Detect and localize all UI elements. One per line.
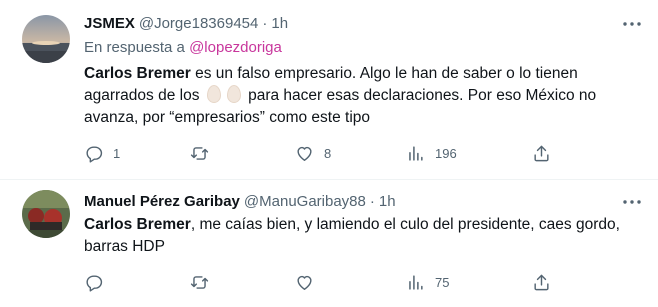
retweet-icon (190, 275, 209, 289)
more-dots-icon[interactable] (622, 192, 642, 212)
author-handle[interactable]: @Jorge18369454 (139, 14, 259, 34)
timestamp[interactable]: 1h (271, 14, 288, 34)
reply-button[interactable] (84, 272, 113, 292)
tweet-text-bold: Carlos Bremer (84, 65, 191, 82)
retweet-icon (190, 146, 209, 160)
reply-mention-link[interactable]: @lopezdoriga (189, 39, 282, 56)
views-button[interactable]: 75 (406, 272, 449, 292)
share-icon (534, 145, 549, 161)
more-dots-icon[interactable] (622, 14, 642, 34)
like-count: 8 (324, 145, 332, 161)
avatar[interactable] (22, 15, 70, 63)
retweet-button[interactable] (190, 272, 219, 292)
action-bar: 75 (84, 272, 554, 292)
view-count: 196 (435, 145, 457, 161)
egg-emoji (206, 85, 221, 103)
share-button[interactable] (532, 272, 551, 292)
like-button[interactable] (295, 272, 324, 292)
like-button[interactable]: 8 (295, 143, 331, 163)
reply-icon (86, 274, 103, 292)
views-chart-icon (409, 274, 423, 290)
author-name[interactable]: JSMEX (84, 14, 135, 34)
author-handle[interactable]: @ManuGaribay88 (244, 192, 366, 212)
retweet-button[interactable] (190, 143, 219, 163)
action-bar: 1 8 196 (84, 143, 554, 163)
reply-button[interactable]: 1 (84, 143, 120, 163)
timestamp[interactable]: 1h (379, 192, 396, 212)
tweet-text: Carlos Bremer, me caías bien, y lamiendo… (84, 214, 642, 258)
tweet-text: Carlos Bremer es un falso empresario. Al… (84, 63, 642, 129)
tweet-2[interactable]: Manuel Pérez Garibay @ManuGaribay88 · 1h… (0, 180, 658, 307)
views-button[interactable]: 196 (406, 143, 457, 163)
reply-count: 1 (113, 145, 121, 161)
separator-dot: · (369, 193, 375, 210)
views-chart-icon (409, 145, 423, 161)
reply-prefix: En respuesta a (84, 39, 190, 56)
heart-icon (297, 146, 312, 161)
author-name[interactable]: Manuel Pérez Garibay (84, 192, 240, 212)
tweet-1[interactable]: JSMEX @Jorge18369454 · 1h En respuesta a… (0, 0, 658, 180)
share-icon (534, 274, 549, 290)
reply-context: En respuesta a @lopezdoriga (84, 38, 642, 58)
egg-emoji (226, 85, 241, 103)
avatar[interactable] (22, 190, 70, 238)
view-count: 75 (435, 274, 450, 290)
heart-icon (297, 275, 312, 290)
share-button[interactable] (532, 143, 551, 163)
tweet-text-bold: Carlos Bremer (84, 216, 191, 233)
reply-icon (86, 145, 103, 163)
separator-dot: · (262, 15, 268, 32)
